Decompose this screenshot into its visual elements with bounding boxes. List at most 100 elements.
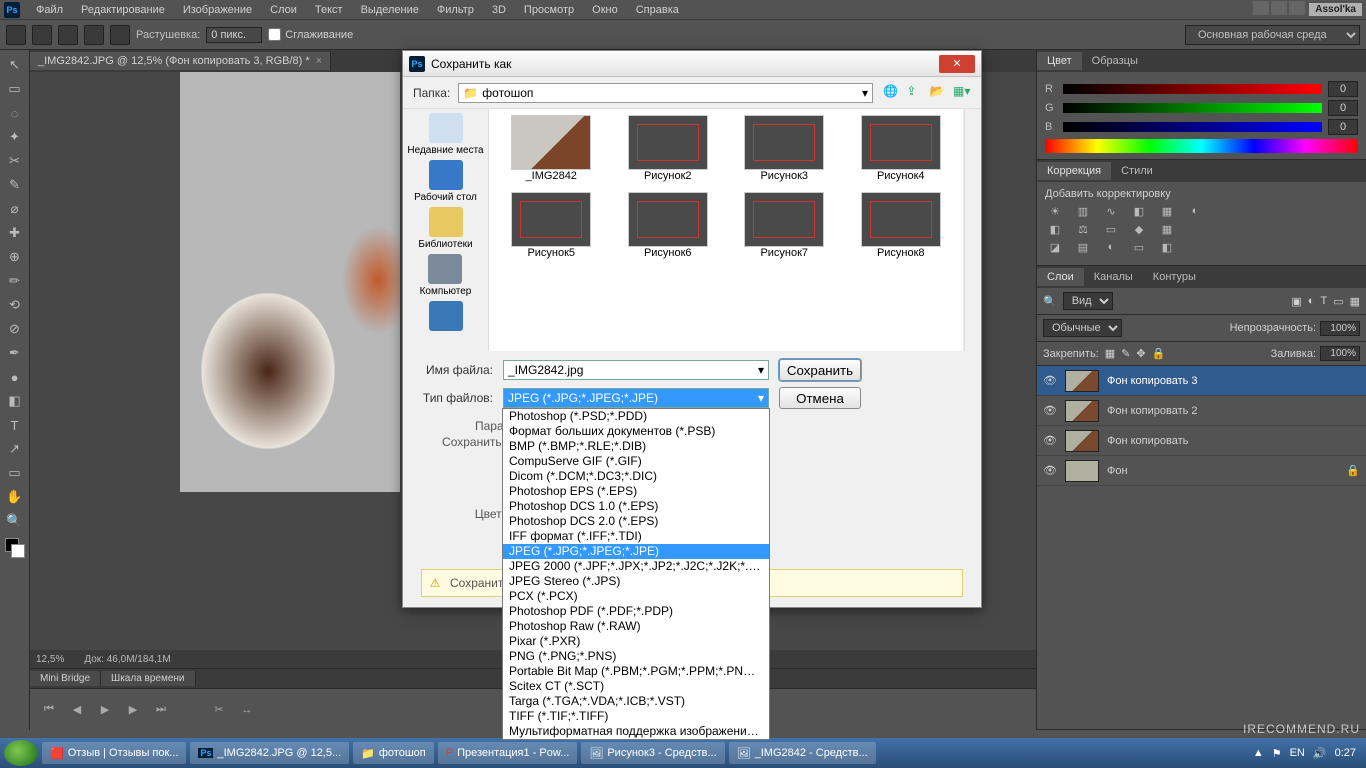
b-slider[interactable] [1063, 122, 1322, 132]
blur-tool-icon[interactable]: ✒ [3, 342, 27, 364]
b-value[interactable]: 0 [1328, 119, 1358, 135]
tab-channels[interactable]: Каналы [1084, 268, 1143, 286]
zoom-tool-icon[interactable]: 🔍 [3, 510, 27, 532]
menu-type[interactable]: Текст [307, 2, 351, 18]
filetype-option[interactable]: Photoshop DCS 2.0 (*.EPS) [503, 514, 769, 529]
layer-row[interactable]: 👁Фон🔒 [1037, 456, 1366, 486]
filetype-dropdown[interactable]: Photoshop (*.PSD;*.PDD)Формат больших до… [502, 408, 770, 740]
menu-edit[interactable]: Редактирование [73, 2, 173, 18]
filetype-option[interactable]: TIFF (*.TIF;*.TIFF) [503, 709, 769, 724]
adj-brightness-icon[interactable]: ☀ [1045, 205, 1065, 218]
file-list[interactable]: _IMG2842 Рисунок2 Рисунок3 Рисунок4 Рису… [489, 109, 964, 351]
g-value[interactable]: 0 [1328, 100, 1358, 116]
filetype-option[interactable]: Scitex CT (*.SCT) [503, 679, 769, 694]
file-item[interactable]: Рисунок5 [497, 192, 606, 259]
filetype-option[interactable]: Dicom (*.DCM;*.DC3;*.DIC) [503, 469, 769, 484]
taskbar-item[interactable]: 🖼Рисунок3 - Средств... [581, 742, 724, 764]
tab-layers[interactable]: Слои [1037, 268, 1084, 286]
adj-hsl-icon[interactable]: ◐ [1185, 205, 1205, 218]
filetype-combo[interactable]: JPEG (*.JPG;*.JPEG;*.JPE)▾ Photoshop (*.… [503, 388, 769, 408]
hand-tool-icon[interactable]: ✋ [3, 486, 27, 508]
antialias-checkbox[interactable]: Сглаживание [268, 28, 353, 41]
adj-vibrance-icon[interactable]: ▦ [1157, 205, 1177, 218]
tab-swatches[interactable]: Образцы [1082, 52, 1148, 70]
canvas[interactable] [180, 72, 400, 492]
file-item[interactable]: Рисунок3 [730, 115, 839, 182]
adj-gradmap-icon[interactable]: ▭ [1129, 241, 1149, 254]
filetype-option[interactable]: JPEG Stereo (*.JPS) [503, 574, 769, 589]
place-computer[interactable]: Компьютер [420, 254, 472, 297]
adj-threshold-icon[interactable]: ◐ [1101, 241, 1121, 254]
filetype-option[interactable]: JPEG (*.JPG;*.JPEG;*.JPE) [503, 544, 769, 559]
tray-clock[interactable]: 0:27 [1335, 747, 1356, 759]
nav-viewmenu-icon[interactable]: ▦▾ [953, 84, 971, 102]
tab-mini-bridge[interactable]: Mini Bridge [30, 671, 101, 686]
document-tab[interactable]: _IMG2842.JPG @ 12,5% (Фон копировать 3, … [30, 52, 331, 70]
menu-filter[interactable]: Фильтр [429, 2, 482, 18]
menu-view[interactable]: Просмотр [516, 2, 582, 18]
tray-chevron-icon[interactable]: ▲ [1253, 747, 1264, 759]
tab-color[interactable]: Цвет [1037, 52, 1082, 70]
nav-up-icon[interactable]: ⇪ [906, 84, 924, 102]
layer-row[interactable]: 👁Фон копировать 2 [1037, 396, 1366, 426]
adj-select-icon[interactable]: ◧ [1157, 241, 1177, 254]
lock-paint-icon[interactable]: ✎ [1121, 347, 1130, 360]
app-window-buttons[interactable] [1251, 1, 1305, 18]
zoom-readout[interactable]: 12,5% [36, 654, 64, 665]
folder-selector[interactable]: 📁 фотошоп ▾ [458, 83, 873, 103]
layer-row[interactable]: 👁Фон копировать 3 [1037, 366, 1366, 396]
tray-lang[interactable]: EN [1290, 747, 1305, 759]
move-tool-icon[interactable]: ↖ [3, 54, 27, 76]
heal-tool-icon[interactable]: ⌀ [3, 198, 27, 220]
r-slider[interactable] [1063, 84, 1322, 94]
file-item[interactable]: Рисунок4 [847, 115, 956, 182]
taskbar-item[interactable]: 🟥Отзыв | Отзывы пок... [42, 742, 186, 764]
wand-tool-icon[interactable]: ✦ [3, 126, 27, 148]
filetype-option[interactable]: JPEG 2000 (*.JPF;*.JPX;*.JP2;*.J2C;*.J2K… [503, 559, 769, 574]
nav-back-icon[interactable]: 🌐 [883, 84, 901, 102]
feather-input[interactable] [206, 27, 262, 43]
type-tool-icon[interactable]: T [3, 414, 27, 436]
start-button[interactable] [4, 740, 38, 766]
tab-paths[interactable]: Контуры [1143, 268, 1206, 286]
timeline-cut-icon[interactable]: ✂ [210, 701, 228, 719]
nav-newfolder-icon[interactable]: 📂 [930, 84, 948, 102]
filetype-option[interactable]: PNG (*.PNG;*.PNS) [503, 649, 769, 664]
marquee-intersect-icon[interactable] [110, 25, 130, 45]
taskbar-item[interactable]: Ps_IMG2842.JPG @ 12,5... [190, 742, 349, 764]
menu-image[interactable]: Изображение [175, 2, 260, 18]
marquee-add-icon[interactable] [58, 25, 78, 45]
file-list-scrollbar[interactable] [964, 109, 981, 351]
fill-input[interactable] [1320, 346, 1360, 361]
menu-window[interactable]: Окно [584, 2, 626, 18]
adj-levels-icon[interactable]: ▥ [1073, 205, 1093, 218]
lock-move-icon[interactable]: ✥ [1136, 347, 1145, 360]
adj-lookup-icon[interactable]: ▦ [1157, 223, 1177, 236]
marquee-new-icon[interactable] [32, 25, 52, 45]
tray-volume-icon[interactable]: 🔊 [1313, 747, 1327, 760]
adj-curves-icon[interactable]: ∿ [1101, 205, 1121, 218]
eye-icon[interactable]: 👁 [1043, 404, 1057, 417]
menu-select[interactable]: Выделение [353, 2, 427, 18]
save-button[interactable]: Сохранить [779, 359, 861, 381]
place-desktop[interactable]: Рабочий стол [414, 160, 477, 203]
stamp-tool-icon[interactable]: ⊕ [3, 246, 27, 268]
fltr-smart-icon[interactable]: ▦ [1350, 295, 1360, 308]
adj-bw-icon[interactable]: ◧ [1045, 223, 1065, 236]
file-item[interactable]: Рисунок6 [614, 192, 723, 259]
place-recent[interactable]: Недавние места [407, 113, 483, 156]
adj-poster-icon[interactable]: ▤ [1073, 241, 1093, 254]
timeline-first-icon[interactable]: ⏮ [40, 701, 58, 719]
filetype-option[interactable]: Формат больших документов (*.PSB) [503, 424, 769, 439]
menu-help[interactable]: Справка [628, 2, 687, 18]
menu-file[interactable]: Файл [28, 2, 71, 18]
system-tray[interactable]: ▲ ⚑ EN 🔊 0:27 [1253, 747, 1362, 760]
tab-timeline[interactable]: Шкала времени [101, 671, 195, 686]
filetype-option[interactable]: Targa (*.TGA;*.VDA;*.ICB;*.VST) [503, 694, 769, 709]
filetype-option[interactable]: Photoshop PDF (*.PDF;*.PDP) [503, 604, 769, 619]
eye-icon[interactable]: 👁 [1043, 434, 1057, 447]
brush-tool-icon[interactable]: ✚ [3, 222, 27, 244]
adj-photo-icon[interactable]: ▭ [1101, 223, 1121, 236]
taskbar-item[interactable]: PПрезентация1 - Pow... [438, 742, 578, 764]
filetype-option[interactable]: Photoshop (*.PSD;*.PDD) [503, 409, 769, 424]
